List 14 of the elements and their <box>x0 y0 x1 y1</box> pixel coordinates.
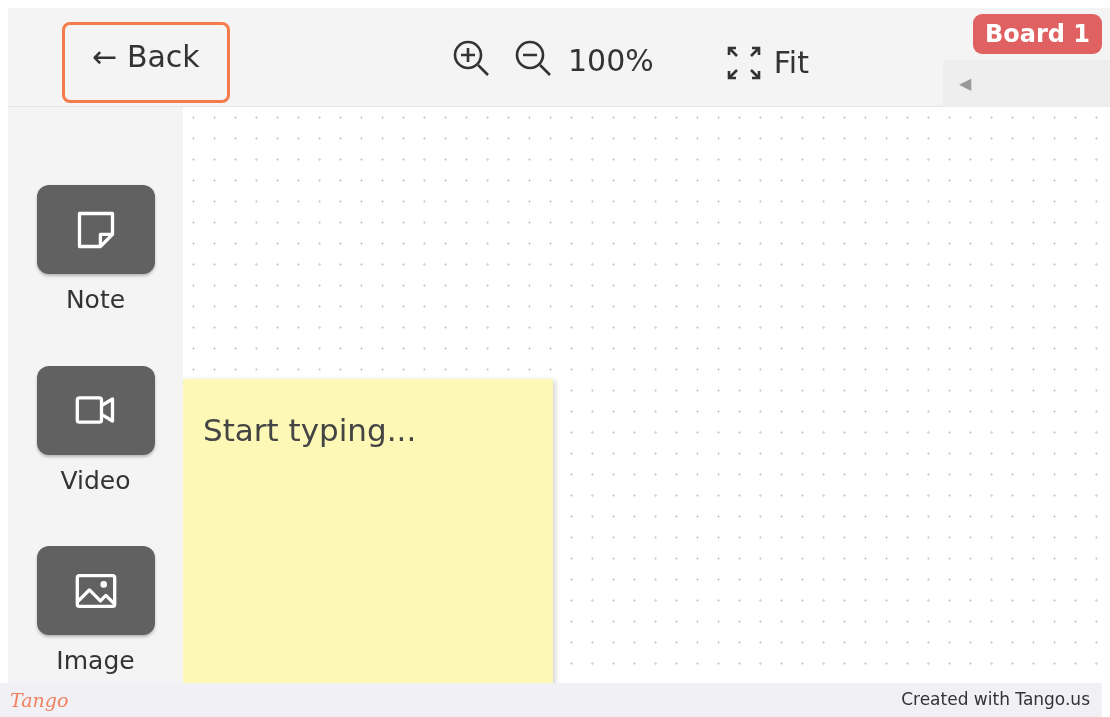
logo: Tango <box>10 687 69 713</box>
tool-label: Image <box>56 647 135 675</box>
fit-button[interactable]: Fit <box>725 40 809 85</box>
video-tool-button[interactable] <box>36 365 155 455</box>
tool-label: Video <box>60 466 131 494</box>
note-tool-button[interactable] <box>36 185 155 274</box>
footer-credit: Created with Tango.us <box>901 688 1090 712</box>
tool-label: Note <box>65 286 126 314</box>
sticky-note[interactable]: Start typing... <box>183 379 553 683</box>
back-button[interactable]: ← Back <box>62 22 230 103</box>
zoom-level: 100% <box>568 42 654 80</box>
expand-arrows-icon <box>725 44 762 81</box>
image-tool-button[interactable] <box>36 546 155 635</box>
board-name-badge: Board 1 <box>972 14 1102 54</box>
